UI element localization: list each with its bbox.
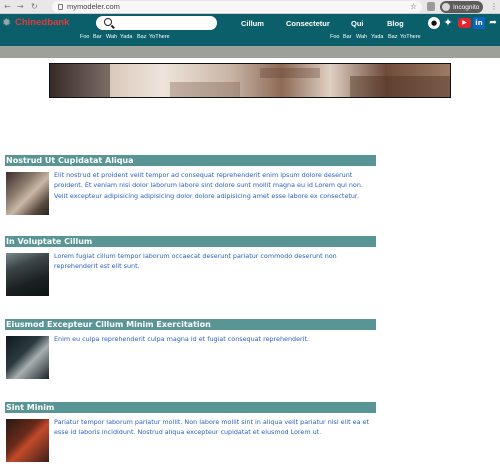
incognito-label: Incognito xyxy=(453,3,480,11)
bookmark-star-icon[interactable]: ☆ xyxy=(410,1,417,12)
subnav-left-bar[interactable]: Bar xyxy=(93,34,102,41)
nav-link-blog[interactable]: Blog xyxy=(387,19,404,28)
url-text: mymodeler.com xyxy=(67,2,120,11)
share-icon[interactable]: ➦ xyxy=(487,17,499,29)
subnav-left-wah[interactable]: Wah xyxy=(106,34,117,41)
subnav-left-baz[interactable]: Baz xyxy=(137,34,146,41)
subnav-left-yada[interactable]: Yada xyxy=(120,34,132,41)
youtube-icon[interactable]: ▶ xyxy=(458,18,471,28)
browser-toolbar: ← → ↻ mymodeler.com ☆ Incognito ⋮ xyxy=(0,0,500,14)
article-text: Elit nostrud et proident velit tempor ad… xyxy=(54,171,363,200)
article-title[interactable]: Sint Minim xyxy=(5,402,376,413)
header-divider-band xyxy=(0,46,500,58)
article-card: Nostrud Ut Cupidatat Aliqua Elit nostrud… xyxy=(5,155,376,215)
subnav-left-yothere[interactable]: YoThere xyxy=(149,34,170,41)
gear-icon[interactable]: ✹ xyxy=(2,17,11,29)
search-box[interactable] xyxy=(96,16,217,30)
article-thumbnail[interactable] xyxy=(6,253,49,296)
twitter-icon[interactable]: ✦ xyxy=(442,17,454,29)
secondary-nav: Foo Bar Wah Yada Baz YoThere Foo Bar Wah… xyxy=(0,32,500,46)
reload-icon[interactable]: ↻ xyxy=(31,2,38,12)
extensions-icon[interactable] xyxy=(427,2,435,11)
nav-link-cillum[interactable]: Cillum xyxy=(241,19,264,28)
article-title[interactable]: In Voluptate Cillum xyxy=(5,236,376,247)
back-icon[interactable]: ← xyxy=(4,2,11,12)
address-bar[interactable]: mymodeler.com ☆ xyxy=(52,1,422,13)
subnav-right-baz[interactable]: Baz xyxy=(388,34,397,41)
subnav-right-yada[interactable]: Yada xyxy=(371,34,383,41)
article-text: Lorem fugiat cillum tempor laborum occae… xyxy=(54,252,337,271)
article-thumbnail[interactable] xyxy=(6,172,49,215)
github-icon[interactable]: ● xyxy=(428,17,440,29)
search-input[interactable] xyxy=(118,17,213,29)
subnav-left-foo[interactable]: Foo xyxy=(80,34,89,41)
browser-menu-icon[interactable]: ⋮ xyxy=(490,2,498,12)
site-header: ✹ Chinedbank Cillum Consectetur Qui Blog… xyxy=(0,14,500,32)
article-thumbnail[interactable] xyxy=(6,419,49,462)
subnav-right-bar[interactable]: Bar xyxy=(343,34,352,41)
forward-icon[interactable]: → xyxy=(17,2,24,12)
banner-image xyxy=(49,63,451,98)
article-title[interactable]: Nostrud Ut Cupidatat Aliqua xyxy=(5,155,376,166)
article-card: Eiusmod Excepteur Cillum Minim Exercitat… xyxy=(5,319,376,379)
subnav-right-wah[interactable]: Wah xyxy=(356,34,367,41)
article-text: Pariatur tempor laborum pariatur mollit.… xyxy=(54,418,369,437)
search-icon[interactable] xyxy=(104,18,112,26)
nav-link-qui[interactable]: Qui xyxy=(351,19,364,28)
site-brand[interactable]: Chinedbank xyxy=(15,17,69,29)
subnav-right-foo[interactable]: Foo xyxy=(330,34,339,41)
lock-icon xyxy=(58,4,63,10)
subnav-right-yothere[interactable]: YoThere xyxy=(400,34,421,41)
article-title[interactable]: Eiusmod Excepteur Cillum Minim Exercitat… xyxy=(5,319,376,330)
article-text: Enim eu culpa reprehenderit culpa magna … xyxy=(54,335,309,343)
article-thumbnail[interactable] xyxy=(6,336,49,379)
article-card: In Voluptate Cillum Lorem fugiat cillum … xyxy=(5,236,376,296)
nav-link-consectetur[interactable]: Consectetur xyxy=(286,19,330,28)
linkedin-icon[interactable]: in xyxy=(473,17,485,29)
article-card: Sint Minim Pariatur tempor laborum paria… xyxy=(5,402,376,462)
incognito-badge[interactable]: Incognito xyxy=(440,1,484,13)
incognito-icon xyxy=(442,3,450,11)
